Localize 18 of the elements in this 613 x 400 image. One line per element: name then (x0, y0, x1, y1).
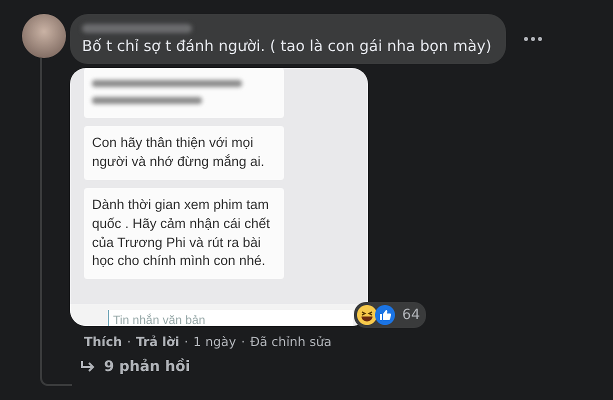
separator-dot: · (127, 334, 132, 349)
more-options-button[interactable] (524, 37, 542, 41)
avatar[interactable] (22, 14, 66, 58)
comment-action-link[interactable]: Thích (84, 334, 122, 349)
comment-text: Bố t chỉ sợ t đánh người. ( tao là con gái nha bọn mày) (82, 37, 492, 55)
reaction-count[interactable]: 64 (354, 302, 426, 328)
laughing-emoji-icon (356, 304, 378, 326)
chat-message: Dành thời gian xem phim tam quốc . Hãy cảm nhận cái chết của Trương Phi và rút ra bài học cho chính mình con nhé. (84, 188, 284, 280)
separator-dot: · (184, 334, 188, 349)
chat-message: Con hãy thân thiện với mọi người và nhớ đừng mắng ai. (84, 126, 284, 180)
comment-action-link[interactable]: Trả lời (136, 334, 180, 349)
reply-arrow-icon (80, 360, 96, 374)
separator-dot: · (241, 334, 246, 349)
thumbs-up-icon (374, 304, 396, 326)
view-replies-button[interactable]: 9 phản hồi (80, 359, 542, 375)
message-input-field: Tin nhắn văn bản (108, 310, 353, 326)
comment-meta-text: Đã chỉnh sửa (250, 334, 332, 349)
comment-meta-text: 1 ngày (193, 334, 236, 349)
